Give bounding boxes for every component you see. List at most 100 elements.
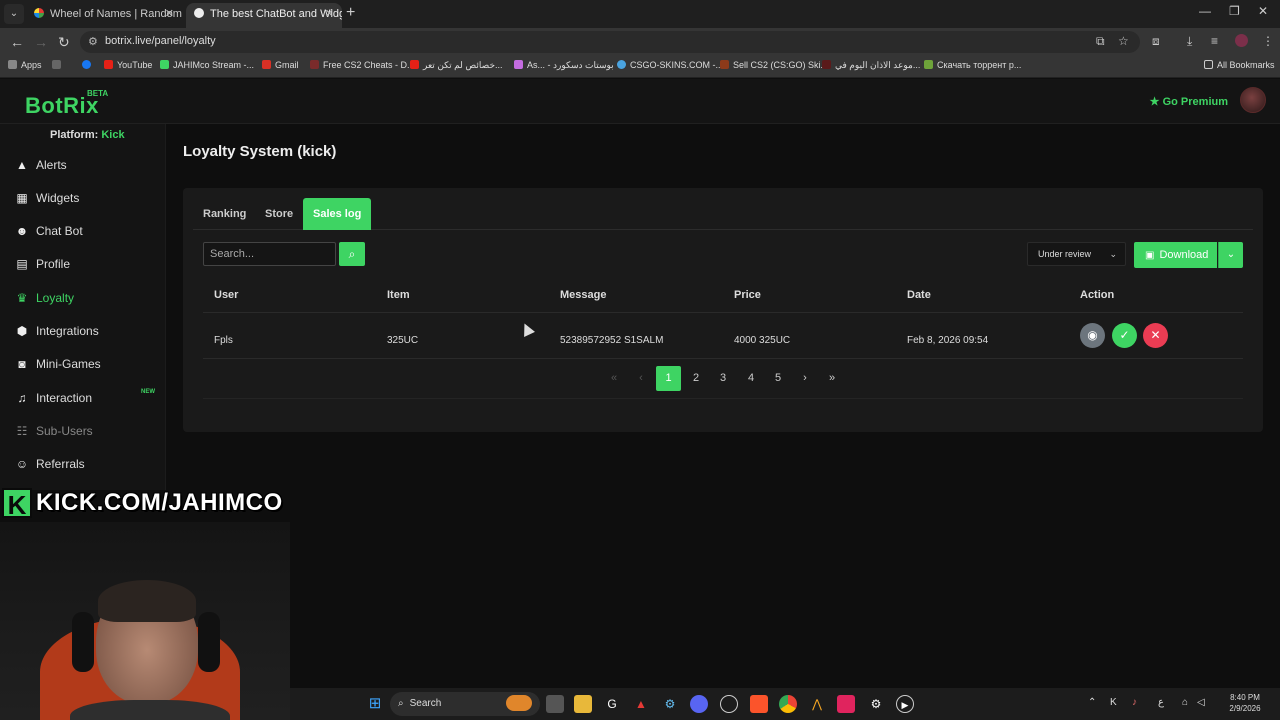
app-pink-icon[interactable] <box>837 695 855 713</box>
download-button[interactable]: ▣ Download <box>1134 242 1217 268</box>
bookmark-star-icon[interactable]: ☆ <box>1118 34 1129 48</box>
youtube-icon <box>104 60 113 69</box>
gamepad-icon: ◙ <box>18 357 26 371</box>
window-close-icon[interactable]: ✕ <box>1258 4 1268 18</box>
sidebar-item-referrals[interactable]: ☺ Referrals <box>14 457 85 477</box>
back-icon[interactable]: ← <box>10 34 24 50</box>
sidebar-item-profile[interactable]: ▤ Profile <box>14 257 70 277</box>
bookmark-prayer-times[interactable]: موعد الاذان اليوم في... <box>822 60 920 71</box>
bookmark-youtube[interactable]: YouTube <box>104 60 152 70</box>
g-hub-icon[interactable]: G <box>603 695 621 713</box>
tab-ranking[interactable]: Ranking <box>193 198 256 230</box>
media-player-icon[interactable]: ▶ <box>896 695 914 713</box>
app-a-icon[interactable]: ▲ <box>632 695 650 713</box>
sidebar-item-sub-users[interactable]: ☷ Sub-Users <box>14 424 93 444</box>
search-button[interactable]: ⌕ <box>339 242 365 266</box>
folder-icon <box>1204 60 1213 69</box>
profile-avatar-icon[interactable] <box>1235 34 1248 47</box>
extensions-icon[interactable]: ⧈ <box>1152 34 1160 49</box>
page-button-5[interactable]: 5 <box>770 366 786 391</box>
next-page-button[interactable]: › <box>797 366 813 391</box>
bookmark-discord-posts[interactable]: As... - بوستات دسكورد <box>514 60 614 71</box>
bookmark-csgo-skins[interactable]: CSGO-SKINS.COM -... <box>617 60 723 70</box>
approve-button[interactable]: ✓ <box>1112 323 1137 348</box>
reject-button[interactable]: ✕ <box>1143 323 1168 348</box>
bookmark-torrent[interactable]: Скачать торрент р... <box>924 60 1021 70</box>
close-tab-icon[interactable]: ✕ <box>165 3 174 25</box>
page-button-1[interactable]: 1 <box>656 366 681 391</box>
all-bookmarks-button[interactable]: All Bookmarks <box>1204 60 1275 70</box>
taskbar-search[interactable]: ⌕ Search <box>390 692 540 716</box>
first-page-button[interactable]: « <box>606 366 622 391</box>
network-icon[interactable]: ⌂ <box>1182 697 1188 708</box>
sidebar-item-alerts[interactable]: ▲ Alerts <box>14 158 67 178</box>
mosque-icon <box>822 60 831 69</box>
bookmark-grid[interactable] <box>52 60 65 70</box>
steam-icon[interactable]: ⚙ <box>661 695 679 713</box>
status-filter-select[interactable]: Under review ⌄ <box>1027 242 1126 266</box>
reload-icon[interactable]: ↻ <box>58 34 70 51</box>
sidebar-item-loyalty[interactable]: ♛ Loyalty <box>14 291 74 311</box>
wheel-favicon-icon <box>34 8 44 18</box>
apps-grid-icon <box>8 60 17 69</box>
brave-icon[interactable] <box>750 695 768 713</box>
discord-icon[interactable] <box>690 695 708 713</box>
microphone-icon[interactable]: ♪ <box>1132 697 1137 708</box>
tab-sales-log[interactable]: Sales log <box>303 198 372 230</box>
kick-tray-icon[interactable]: K <box>1110 697 1117 708</box>
column-header-user: User <box>214 289 239 301</box>
bookmark-gmail[interactable]: Gmail <box>262 60 299 70</box>
settings-icon[interactable]: ⚙ <box>867 695 885 713</box>
forward-icon[interactable]: → <box>34 34 48 50</box>
chrome-icon[interactable] <box>779 695 797 713</box>
close-tab-icon[interactable]: ✕ <box>325 3 334 25</box>
prev-page-button[interactable]: ‹ <box>633 366 649 391</box>
search-input[interactable] <box>203 242 336 266</box>
obs-icon[interactable] <box>720 695 738 713</box>
cell-message: 52389572952 S1SALM <box>560 335 664 346</box>
go-premium-button[interactable]: ★ Go Premium <box>1150 95 1228 108</box>
tray-overflow-icon[interactable]: ⌃ <box>1088 697 1096 708</box>
sidebar-item-integrations[interactable]: ⬢ Integrations <box>14 324 99 344</box>
downloads-icon[interactable]: ⤓ <box>1187 34 1192 49</box>
bookmark-apps[interactable]: Apps <box>8 60 42 70</box>
translate-icon[interactable]: ⧉ <box>1096 34 1105 49</box>
address-bar[interactable]: ⚙ botrix.live/panel/loyalty ⧉ ☆ <box>80 31 1140 53</box>
new-tab-button[interactable]: + <box>346 4 355 22</box>
sidebar-item-interaction[interactable]: ♫ Interaction <box>14 391 93 411</box>
page-button-2[interactable]: 2 <box>688 366 704 391</box>
user-avatar[interactable] <box>1240 87 1266 113</box>
bookmark-facebook[interactable] <box>82 60 95 70</box>
taskbar-clock[interactable]: 8:40 PM 2/9/2026 <box>1215 692 1275 714</box>
sidebar-item-chat-bot[interactable]: ☻ Chat Bot <box>14 224 83 244</box>
minimize-icon[interactable]: — <box>1199 4 1211 18</box>
download-dropdown-button[interactable]: ⌄ <box>1218 242 1243 268</box>
double-chevron-left-icon: « <box>610 372 618 384</box>
browser-tab-wheel[interactable]: Wheel of Names | Random name ✕ <box>26 3 182 28</box>
view-button[interactable]: ◉ <box>1080 323 1105 348</box>
search-icon: ⌕ <box>348 247 356 261</box>
site-info-icon[interactable]: ⚙ <box>88 35 98 48</box>
bookmark-sell-cs2[interactable]: Sell CS2 (CS:GO) Ski... <box>720 60 828 70</box>
volume-icon[interactable]: ◁ <box>1197 697 1205 708</box>
page-button-3[interactable]: 3 <box>715 366 731 391</box>
media-controls-icon[interactable]: ≡ <box>1211 34 1218 48</box>
task-view-icon[interactable] <box>546 695 564 713</box>
browser-tab-botrix[interactable]: The best ChatBot and Widgets ✕ <box>186 3 342 28</box>
tab-search-button[interactable]: ⌄ <box>4 4 24 24</box>
page-button-4[interactable]: 4 <box>743 366 759 391</box>
column-header-action: Action <box>1080 289 1115 301</box>
browser-menu-icon[interactable]: ⋮ <box>1262 34 1274 48</box>
language-icon[interactable]: ع <box>1158 697 1164 708</box>
bookmark-jahimco-stream[interactable]: JAHIMco Stream -... <box>160 60 254 70</box>
tab-store[interactable]: Store <box>255 198 303 230</box>
app-arrow-icon[interactable]: ⋀ <box>808 695 826 713</box>
bookmark-arabic-features[interactable]: خصائص لم تكن تعر... <box>410 60 503 71</box>
sidebar-item-mini-games[interactable]: ◙ Mini-Games <box>14 357 100 377</box>
bookmark-cs2-cheats[interactable]: Free CS2 Cheats - D... <box>310 60 415 70</box>
last-page-button[interactable]: » <box>824 366 840 391</box>
sidebar-item-widgets[interactable]: ▦ Widgets <box>14 191 79 211</box>
restore-icon[interactable]: ❐ <box>1229 4 1240 18</box>
windows-start-icon[interactable]: ⊞ <box>366 695 384 713</box>
file-explorer-icon[interactable] <box>574 695 592 713</box>
